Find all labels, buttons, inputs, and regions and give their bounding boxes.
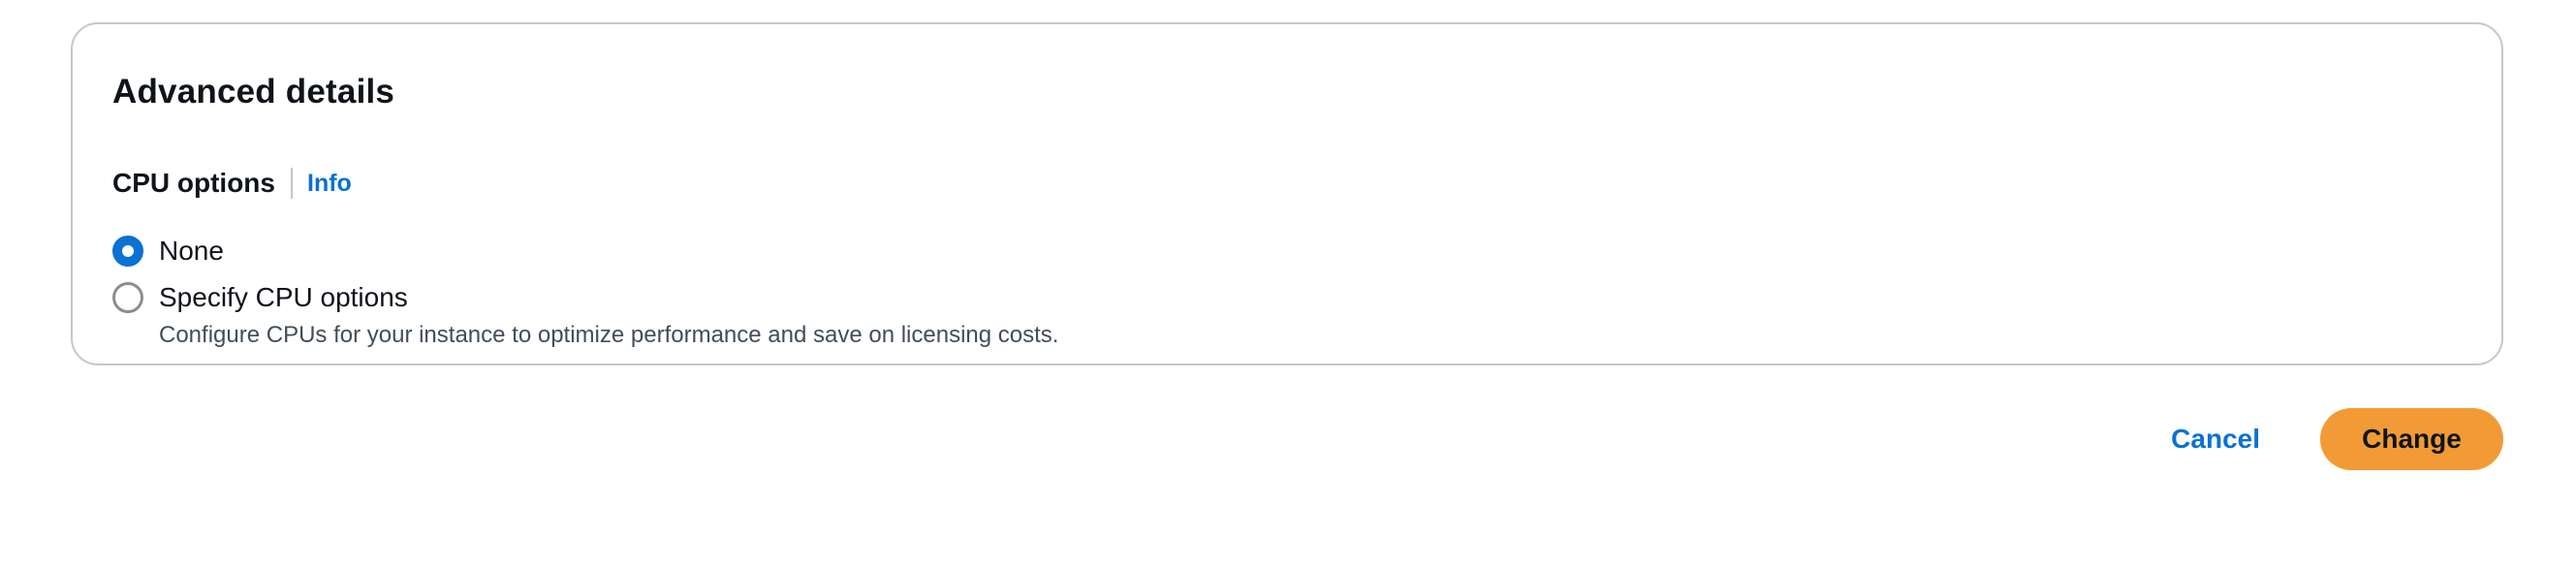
radio-label-specify-cpu: Specify CPU options — [159, 282, 408, 312]
radio-description-specify-cpu: Configure CPUs for your instance to opti… — [159, 322, 1059, 348]
radio-button-checked[interactable] — [112, 236, 143, 267]
change-button[interactable]: Change — [2320, 408, 2503, 470]
cancel-button[interactable]: Cancel — [2140, 408, 2291, 470]
page: Advanced details CPU options Info None S… — [0, 0, 2576, 570]
form-actions: Cancel Change — [2140, 408, 2503, 470]
info-link[interactable]: Info — [307, 171, 352, 196]
radio-option-none[interactable]: None — [112, 236, 224, 267]
radio-button-unchecked[interactable] — [112, 282, 143, 313]
cpu-options-label: CPU options — [112, 168, 275, 198]
radio-label-none: None — [159, 236, 224, 266]
radio-option-specify-cpu[interactable]: Specify CPU options — [112, 282, 408, 313]
label-divider — [291, 168, 293, 199]
advanced-details-panel: Advanced details CPU options Info None S… — [71, 22, 2503, 365]
cpu-options-header: CPU options Info — [112, 168, 352, 199]
panel-title: Advanced details — [112, 73, 395, 111]
